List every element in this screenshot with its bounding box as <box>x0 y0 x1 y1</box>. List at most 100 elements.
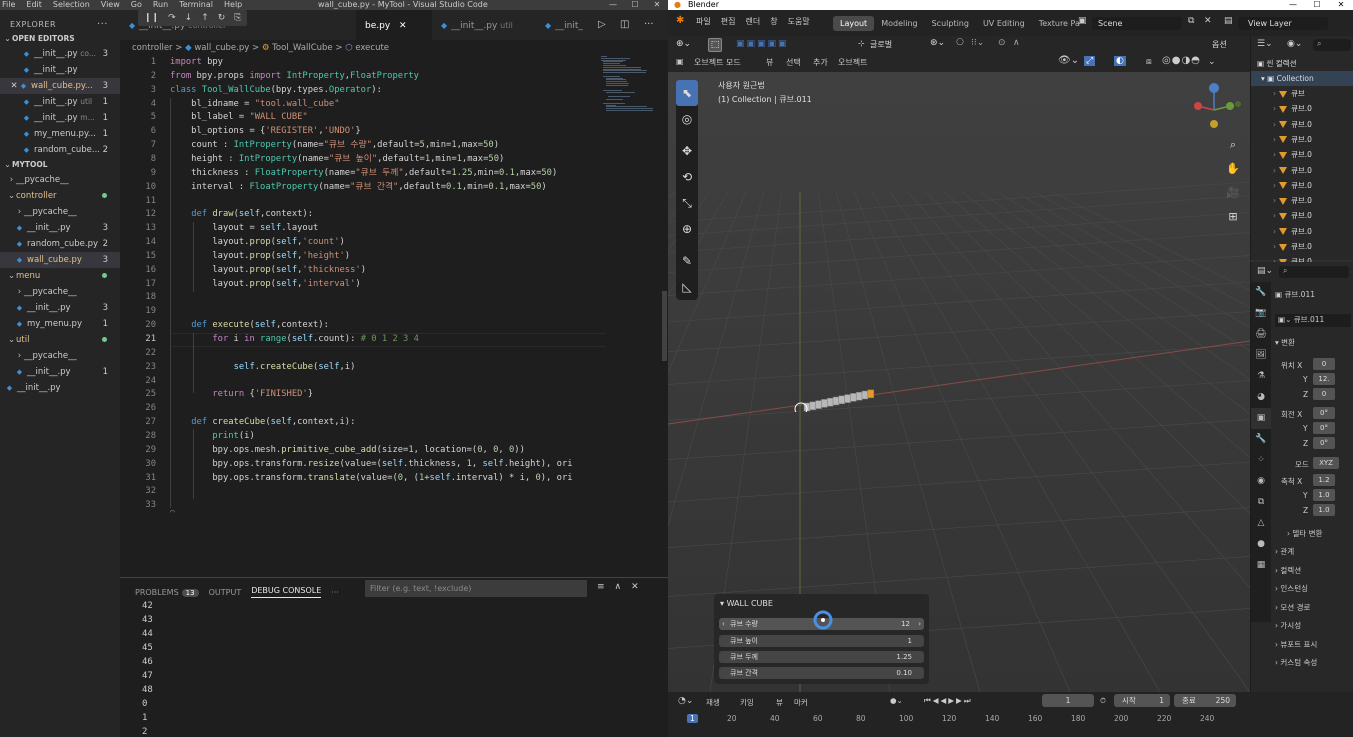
tree-folder[interactable]: › __pycache__ <box>0 172 120 188</box>
code-line[interactable]: class Tool_WallCube(bpy.types.Operator): <box>170 84 382 98</box>
menu-run[interactable]: Run <box>153 0 168 10</box>
line-number[interactable]: 2 <box>120 70 156 84</box>
snap-target-icon[interactable]: ⁝⁝⌄ <box>971 38 984 48</box>
code-line[interactable]: count : IntProperty(name="큐브 수량",default… <box>170 139 499 153</box>
code-line[interactable]: bpy.ops.transform.translate(value=(0, (1… <box>170 472 572 486</box>
playback-controls[interactable]: ⏮◀◀▶▶⏭ <box>924 696 973 706</box>
menu-go[interactable]: Go <box>131 0 142 10</box>
open-editor-item[interactable]: ◆ __init__.py <box>0 62 120 78</box>
more-actions-icon[interactable]: ··· <box>97 10 108 40</box>
code-line[interactable]: bpy.ops.transform.resize(value=(self.thi… <box>170 458 572 472</box>
properties-section-header[interactable]: › 모션 경로 <box>1275 602 1310 613</box>
breadcrumb-method[interactable]: execute <box>355 43 389 53</box>
zoom-icon[interactable]: ⌕ <box>1224 136 1242 154</box>
tool-tab-icon[interactable]: 🔧 <box>1251 282 1271 303</box>
timeline-menu-marker[interactable]: 마커 <box>794 697 808 708</box>
editor-type-icon[interactable]: ⊕⌄ <box>676 39 691 49</box>
operator-title[interactable]: ▾ WALL CUBE <box>720 599 773 608</box>
line-number[interactable]: 10 <box>120 181 156 195</box>
overlay-icon[interactable]: ◐ <box>1114 56 1126 66</box>
menu-terminal[interactable]: Terminal <box>179 0 213 10</box>
properties-section-header[interactable]: › 컬렉션 <box>1275 565 1301 576</box>
cube-object[interactable] <box>815 400 822 409</box>
line-number[interactable]: 20 <box>120 319 156 333</box>
decrement-icon[interactable]: ‹ <box>722 618 725 630</box>
outliner-item[interactable]: ›큐브.0 <box>1251 239 1353 254</box>
menu-window[interactable]: 창 <box>770 16 777 27</box>
menu-help[interactable]: 도움말 <box>788 16 810 27</box>
line-number[interactable]: 23 <box>120 361 156 375</box>
line-number[interactable]: 18 <box>120 291 156 305</box>
outliner-item[interactable]: ›큐브.0 <box>1251 193 1353 208</box>
tab-init-more[interactable]: ◆ __init_ <box>536 10 596 40</box>
modifier-tab-icon[interactable]: 🔧 <box>1251 429 1271 450</box>
panel-more-icon[interactable]: ··· <box>331 588 339 597</box>
menu-edit[interactable]: Edit <box>26 0 42 10</box>
clock-icon[interactable]: ⏱ <box>1100 696 1106 706</box>
cube-height-field[interactable]: 큐브 높이 1 <box>719 635 924 647</box>
breadcrumb-file[interactable]: wall_cube.py <box>194 43 249 53</box>
data-name-field[interactable]: ▣⌄ 큐브.011 <box>1275 314 1351 327</box>
cube-object[interactable] <box>821 399 828 408</box>
line-number[interactable]: 7 <box>120 139 156 153</box>
scale-y-field[interactable]: 1.0 <box>1313 489 1335 501</box>
tree-file[interactable]: ◆ my_menu.py 1 <box>0 316 120 332</box>
tab-problems[interactable]: PROBLEMS 13 <box>135 588 199 597</box>
tree-file[interactable]: ◆ __init__.py 3 <box>0 220 120 236</box>
location-x-field[interactable]: 0 <box>1313 358 1335 370</box>
line-number[interactable]: 19 <box>120 305 156 319</box>
code-line[interactable]: print(i) <box>170 430 254 444</box>
outliner-item[interactable]: ›큐브.0 <box>1251 224 1353 239</box>
line-number[interactable]: 21 <box>120 333 156 347</box>
line-number[interactable]: 12 <box>120 208 156 222</box>
line-number[interactable]: 28 <box>120 430 156 444</box>
workspace-tab-modeling[interactable]: Modeling <box>874 16 924 31</box>
properties-section-header[interactable]: › 인스턴싱 <box>1275 583 1308 594</box>
open-editor-item[interactable]: ◆ random_cube... 2 <box>0 142 120 158</box>
particles-tab-icon[interactable]: ⁘ <box>1251 450 1271 471</box>
outliner-item[interactable]: ›큐브.0 <box>1251 178 1353 193</box>
object-name-field[interactable]: ▣ 큐브.011 <box>1275 289 1315 300</box>
viewport-menu-object[interactable]: 오브젝트 <box>838 57 867 68</box>
outliner-editor-icon[interactable]: ☰⌄ <box>1257 39 1273 49</box>
open-editor-item[interactable]: ◆ __init__.py co... 3 <box>0 46 120 62</box>
cursor-tool-icon[interactable]: ◎ <box>676 106 698 132</box>
code-line[interactable]: layout.prop(self,'thickness') <box>170 264 366 278</box>
code-line[interactable]: self.createCube(self,i) <box>170 361 356 375</box>
outliner-item[interactable]: ›큐브.0 <box>1251 163 1353 178</box>
view-layer-tab-icon[interactable]: 🖼 <box>1251 345 1271 366</box>
line-number[interactable]: 29 <box>120 444 156 458</box>
tree-folder[interactable]: ⌄controller <box>0 188 120 204</box>
open-editor-item-active[interactable]: ✕ ◆ wall_cube.py... 3 <box>0 78 120 94</box>
tree-folder[interactable]: ⌄menu <box>0 268 120 284</box>
line-number[interactable]: 32 <box>120 485 156 499</box>
line-number[interactable]: 11 <box>120 195 156 209</box>
line-number[interactable]: 1 <box>120 56 156 70</box>
output-tab-icon[interactable]: 🖨 <box>1251 324 1271 345</box>
scale-x-field[interactable]: 1.2 <box>1313 474 1335 486</box>
menu-selection[interactable]: Selection <box>53 0 90 10</box>
gizmo-icon[interactable]: ⤢ <box>1084 56 1096 66</box>
viewport-menu-view[interactable]: 뷰 <box>766 57 773 68</box>
timeline-menu-view[interactable]: 뷰 <box>776 697 783 708</box>
split-editor-icon[interactable]: ◫ <box>620 19 629 30</box>
rotation-mode-select[interactable]: XYZ <box>1313 457 1339 469</box>
tree-folder[interactable]: › __pycache__ <box>0 204 120 220</box>
line-number[interactable]: 24 <box>120 375 156 389</box>
scale-tool-icon[interactable]: ⤡ <box>676 190 698 216</box>
maximize-button[interactable]: ☐ <box>1305 0 1329 10</box>
tree-file[interactable]: ◆ random_cube.py 2 <box>0 236 120 252</box>
transform-orientation-select[interactable]: 글로벌 <box>870 39 892 50</box>
line-number[interactable]: 26 <box>120 402 156 416</box>
tab-wall-cube[interactable]: be.py ✕ <box>356 10 432 40</box>
properties-section-header[interactable]: › 커스텀 속성 <box>1275 657 1317 668</box>
line-number[interactable]: 14 <box>120 236 156 250</box>
outliner-item[interactable]: ›큐브.0 <box>1251 147 1353 162</box>
texture-tab-icon[interactable]: ▦ <box>1251 555 1271 576</box>
code-line[interactable]: def execute(self,context): <box>170 319 329 333</box>
falloff-icon[interactable]: ∧ <box>1013 38 1020 48</box>
blender-menu-icon[interactable]: ✱ <box>676 15 684 26</box>
outliner-item[interactable]: › 큐브 <box>1251 86 1353 101</box>
tab-init-util[interactable]: ◆ __init__.py util <box>432 10 536 40</box>
code-line[interactable]: bpy.ops.mesh.primitive_cube_add(size=1, … <box>170 444 525 458</box>
